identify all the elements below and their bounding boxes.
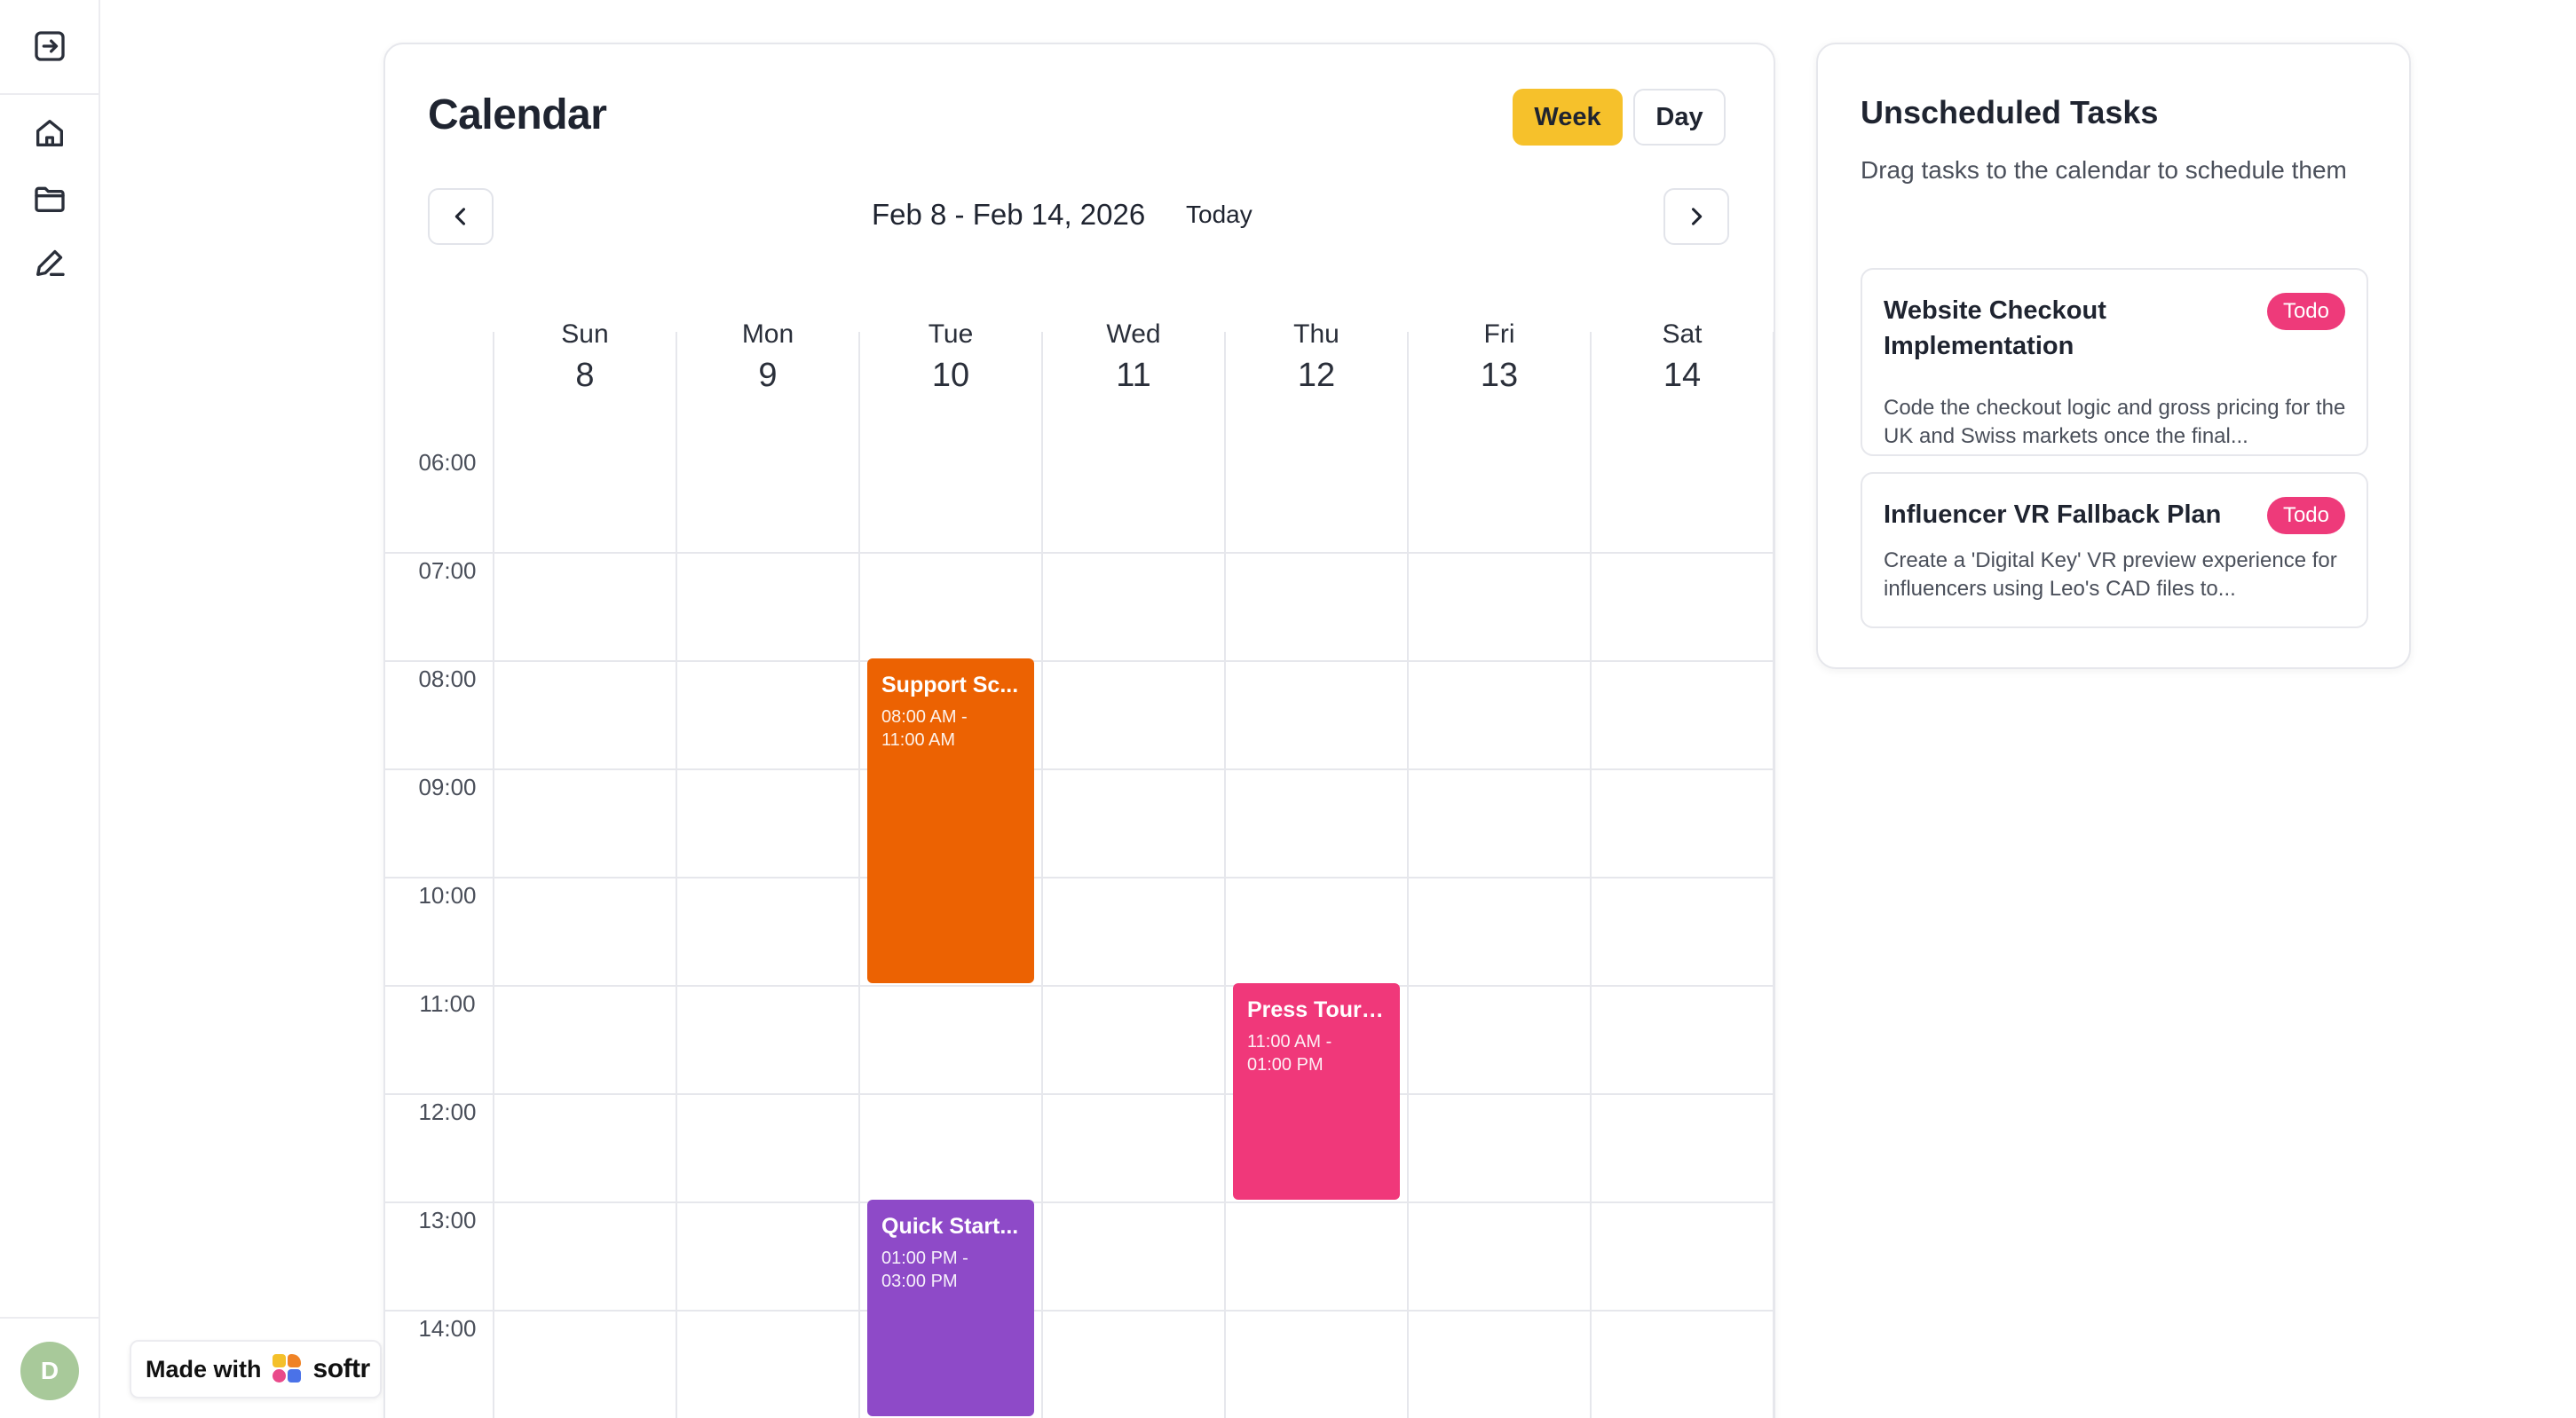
event-time: 08:00 AM - 11:00 AM — [881, 705, 1020, 752]
day-number: 10 — [931, 357, 970, 394]
event-time-end: 11:00 AM — [881, 730, 956, 750]
day-name: Mon — [741, 319, 794, 349]
day-header[interactable]: Sun 8 — [494, 289, 676, 444]
day-name: Fri — [1483, 319, 1515, 349]
next-week-button[interactable] — [1663, 188, 1729, 245]
day-number: 9 — [758, 357, 778, 394]
grid-column-divider — [1590, 332, 1592, 1418]
grid-row-divider — [385, 552, 1774, 554]
grid-column-divider — [1773, 332, 1774, 1418]
unscheduled-title: Unscheduled Tasks — [1861, 94, 2159, 130]
event-time-end: 01:00 PM — [1247, 1055, 1324, 1075]
day-number: 13 — [1480, 357, 1519, 394]
pen-icon[interactable] — [25, 238, 75, 288]
date-range: Feb 8 - Feb 14, 2026 — [872, 198, 1146, 231]
day-header[interactable]: Sat 14 — [1591, 289, 1774, 444]
chevron-left-icon — [454, 208, 466, 225]
event-title: Support Sc... — [881, 673, 1019, 697]
day-number: 8 — [575, 357, 595, 394]
event-title: Quick Start... — [881, 1214, 1019, 1239]
page-title: Calendar — [428, 91, 607, 138]
day-name: Sun — [561, 319, 609, 349]
grid-row-divider — [385, 768, 1774, 770]
today-button[interactable]: Today — [1186, 201, 1252, 229]
grid-row-divider — [385, 985, 1774, 987]
day-header[interactable]: Fri 13 — [1408, 289, 1591, 444]
task-card[interactable]: Website Checkout Implementation Todo Cod… — [1861, 268, 2368, 456]
sidebar-toggle-icon[interactable] — [25, 21, 75, 71]
status-badge: Todo — [2266, 497, 2345, 534]
folder-icon[interactable] — [25, 174, 75, 224]
event-time-start: 11:00 AM - — [1247, 1032, 1332, 1052]
time-label: 13:00 — [418, 1207, 477, 1233]
task-card[interactable]: Influencer VR Fallback Plan Todo Create … — [1861, 472, 2368, 628]
home-icon[interactable] — [25, 108, 75, 158]
time-label: 09:00 — [418, 774, 477, 800]
grid-column-divider — [493, 332, 494, 1418]
task-title: Influencer VR Fallback Plan — [1884, 500, 2222, 529]
day-header[interactable]: Tue 10 — [859, 289, 1042, 444]
chevron-right-icon — [1691, 208, 1703, 225]
time-label: 11:00 — [419, 990, 476, 1017]
grid-row-divider — [385, 877, 1774, 878]
made-with-label: Made with — [146, 1355, 262, 1383]
calendar-card: Calendar Week Day Feb 8 - Feb 14, 2026 T… — [383, 43, 1775, 1418]
grid-column-divider — [676, 332, 677, 1418]
task-description: Create a 'Digital Key' VR preview experi… — [1884, 548, 2337, 601]
day-header[interactable]: Thu 12 — [1225, 289, 1408, 444]
event-time-end: 03:00 PM — [881, 1272, 958, 1291]
event-title: Press Tour ... — [1247, 997, 1386, 1022]
grid-column-divider — [858, 332, 860, 1418]
event-time-start: 01:00 PM - — [881, 1249, 968, 1268]
rail-divider — [0, 93, 99, 95]
time-label: 08:00 — [418, 666, 477, 692]
grid-column-divider — [1041, 332, 1043, 1418]
week-grid: Sun 8 Mon 9 Tue 10 Wed 11 Thu 12 Fri 13 Sat 14 06:00 07… — [385, 289, 1774, 1418]
unscheduled-subtitle: Drag tasks to the calendar to schedule t… — [1861, 156, 2347, 184]
time-label: 06:00 — [418, 449, 477, 476]
day-header[interactable]: Mon 9 — [676, 289, 859, 444]
week-view-button[interactable]: Week — [1513, 89, 1623, 146]
event-time: 11:00 AM - 01:00 PM — [1247, 1030, 1386, 1076]
avatar[interactable]: D — [20, 1342, 79, 1400]
grid-row-divider — [385, 1310, 1774, 1312]
status-badge: Todo — [2266, 293, 2345, 330]
grid-column-divider — [1224, 332, 1226, 1418]
day-name: Tue — [928, 319, 974, 349]
grid-row-divider — [385, 1093, 1774, 1095]
made-with-softr-badge[interactable]: Made with softr — [130, 1340, 382, 1398]
left-rail: D — [0, 0, 100, 1418]
time-label: 12:00 — [418, 1099, 477, 1125]
day-view-button[interactable]: Day — [1633, 89, 1726, 146]
time-label: 10:00 — [418, 882, 477, 909]
task-title: Website Checkout Implementation — [1884, 296, 2106, 360]
event-time-start: 08:00 AM - — [881, 707, 968, 727]
rail-divider-bottom — [0, 1317, 99, 1319]
event-time: 01:00 PM - 03:00 PM — [881, 1247, 1020, 1293]
day-name: Wed — [1106, 319, 1161, 349]
time-label: 07:00 — [418, 557, 477, 584]
softr-logo-icon — [272, 1354, 303, 1384]
day-number: 11 — [1116, 357, 1151, 394]
day-number: 12 — [1297, 357, 1336, 394]
calendar-event[interactable]: Quick Start... 01:00 PM - 03:00 PM — [867, 1200, 1034, 1416]
previous-week-button[interactable] — [428, 188, 494, 245]
day-name: Sat — [1662, 319, 1703, 349]
day-header[interactable]: Wed 11 — [1042, 289, 1225, 444]
calendar-event[interactable]: Support Sc... 08:00 AM - 11:00 AM — [867, 658, 1034, 983]
grid-row-divider — [385, 660, 1774, 662]
softr-brand: softr — [312, 1354, 371, 1383]
time-label: 14:00 — [418, 1315, 477, 1342]
unscheduled-tasks-panel: Unscheduled Tasks Drag tasks to the cale… — [1816, 43, 2411, 669]
calendar-event[interactable]: Press Tour ... 11:00 AM - 01:00 PM — [1233, 983, 1400, 1200]
grid-row-divider — [385, 1201, 1774, 1203]
day-name: Thu — [1293, 319, 1339, 349]
task-description: Code the checkout logic and gross pricin… — [1884, 396, 2346, 448]
grid-column-divider — [1407, 332, 1409, 1418]
day-number: 14 — [1663, 357, 1702, 394]
